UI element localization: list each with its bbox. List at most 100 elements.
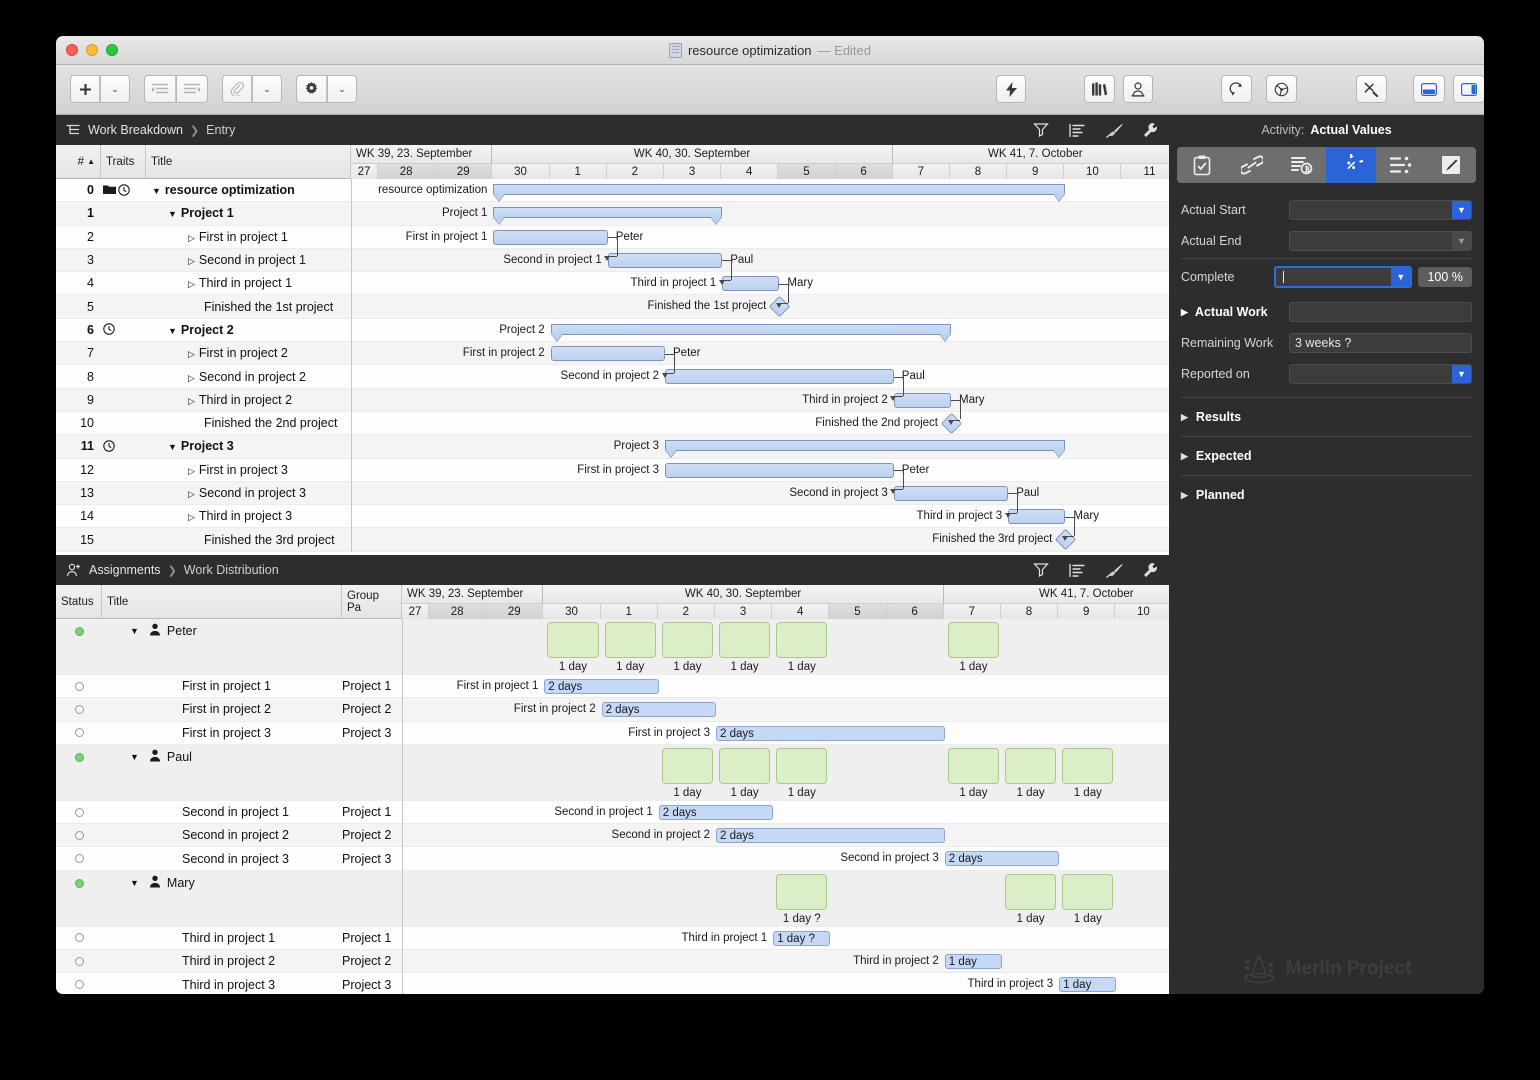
day-header[interactable]: 3 xyxy=(663,163,722,179)
column-header-title[interactable]: Title xyxy=(102,585,342,618)
assignment-bar[interactable]: 2 days xyxy=(544,679,659,694)
remaining-work-input[interactable]: 3 weeks ? xyxy=(1289,333,1472,353)
assignment-bar[interactable]: 2 days xyxy=(944,851,1060,867)
resource-row[interactable]: ▼ Peter xyxy=(56,619,402,675)
column-header-status[interactable]: Status xyxy=(56,585,102,618)
outline-list-icon[interactable] xyxy=(1069,563,1086,578)
assignment-bar[interactable]: 2 days xyxy=(716,725,945,741)
work-day-block[interactable] xyxy=(1062,747,1114,784)
disclosure-open-icon[interactable]: ▼ xyxy=(168,326,177,336)
table-row[interactable]: 15 Finished the 3rd project xyxy=(56,528,351,552)
disclosure-closed-icon[interactable]: ▷ xyxy=(188,396,195,407)
settings-button[interactable] xyxy=(296,75,327,103)
disclosure-open-icon[interactable]: ▼ xyxy=(168,209,177,219)
indent-button[interactable] xyxy=(144,75,176,103)
assignment-bar[interactable]: 2 days xyxy=(716,828,945,844)
summary-bar[interactable] xyxy=(493,184,1066,195)
day-header[interactable]: 9 xyxy=(1058,603,1116,619)
assignment-bar[interactable]: 1 day xyxy=(944,954,1002,970)
summary-bar[interactable] xyxy=(665,440,1066,452)
day-header[interactable]: 28 xyxy=(378,163,436,179)
assignment-row[interactable]: Third in project 3 Project 3 xyxy=(56,973,402,994)
tab-costs[interactable] xyxy=(1277,147,1327,183)
work-day-block[interactable] xyxy=(547,622,599,658)
day-header[interactable]: 30 xyxy=(492,163,550,179)
table-row[interactable]: 3 ▷ Second in project 1 xyxy=(56,248,351,273)
milestone-marker[interactable] xyxy=(1055,529,1077,551)
milestone-marker[interactable] xyxy=(940,412,963,435)
disclosure-closed-icon[interactable]: ▷ xyxy=(188,233,195,244)
day-header[interactable]: 29 xyxy=(486,603,544,619)
resources-button[interactable] xyxy=(1123,75,1153,103)
task-bar[interactable] xyxy=(1008,509,1066,525)
tools-button[interactable] xyxy=(1356,75,1387,103)
tab-info[interactable] xyxy=(1177,147,1227,183)
paintbrush-icon[interactable] xyxy=(1106,123,1123,138)
day-header[interactable]: 7 xyxy=(892,163,950,179)
task-bar[interactable] xyxy=(665,462,894,478)
day-header[interactable]: 2 xyxy=(606,163,664,179)
disclosure-open-icon[interactable]: ▼ xyxy=(152,186,161,196)
outdent-button[interactable] xyxy=(176,75,208,103)
actual-end-input[interactable]: ▼ xyxy=(1289,231,1472,251)
table-row[interactable]: 4 ▷ Third in project 1 xyxy=(56,272,351,296)
network-view-button[interactable] xyxy=(1266,75,1297,103)
task-bar[interactable] xyxy=(893,392,951,408)
column-header-group-path[interactable]: Group Pa xyxy=(342,585,402,618)
sync-button[interactable] xyxy=(1221,75,1252,103)
table-row[interactable]: 12 ▷ First in project 3 xyxy=(56,458,351,482)
day-header[interactable]: 1 xyxy=(549,163,607,179)
table-row[interactable]: 10 Finished the 2nd project xyxy=(56,411,351,436)
day-header[interactable]: 10 xyxy=(1115,603,1169,619)
table-row[interactable]: 6 ▼ Project 2 xyxy=(56,318,351,343)
work-day-block[interactable] xyxy=(604,622,656,658)
work-day-block[interactable] xyxy=(776,747,828,784)
task-bar[interactable] xyxy=(493,229,608,245)
work-day-block[interactable] xyxy=(661,622,713,658)
disclosure-closed-icon[interactable]: ▷ xyxy=(188,466,195,477)
breadcrumb-root[interactable]: Assignments xyxy=(89,563,161,577)
reported-on-input[interactable]: ▼ xyxy=(1289,364,1472,384)
assignment-row[interactable]: First in project 2 Project 2 xyxy=(56,698,402,722)
table-row[interactable]: 14 ▷ Third in project 3 xyxy=(56,505,351,529)
column-header-title[interactable]: Title xyxy=(146,145,351,178)
day-header[interactable]: 6 xyxy=(835,163,893,179)
task-bar[interactable] xyxy=(665,369,894,385)
disclosure-closed-icon[interactable]: ▷ xyxy=(188,373,195,384)
complete-100-button[interactable]: 100 % xyxy=(1418,267,1472,287)
assignment-bar[interactable]: 2 days xyxy=(658,804,774,820)
assignment-row[interactable]: Third in project 1 Project 1 xyxy=(56,926,402,951)
summary-bar[interactable] xyxy=(550,323,951,335)
day-header[interactable]: 30 xyxy=(543,603,601,619)
breadcrumb-root[interactable]: Work Breakdown xyxy=(88,123,183,137)
assignment-bar[interactable]: 2 days xyxy=(601,702,716,718)
resource-row[interactable]: ▼ Mary xyxy=(56,870,402,927)
section-planned[interactable]: ▶ Planned xyxy=(1181,480,1472,510)
wrench-icon[interactable] xyxy=(1143,122,1159,138)
toggle-right-panel-button[interactable] xyxy=(1453,75,1484,103)
section-results[interactable]: ▶ Results xyxy=(1181,402,1472,432)
task-bar[interactable] xyxy=(550,346,665,362)
day-header[interactable]: 9 xyxy=(1007,163,1065,179)
disclosure-closed-icon[interactable]: ▷ xyxy=(188,489,195,500)
day-header[interactable]: 6 xyxy=(886,603,944,619)
filter-funnel-icon[interactable] xyxy=(1033,122,1049,138)
day-header[interactable]: 28 xyxy=(429,603,487,619)
add-button[interactable] xyxy=(70,75,100,103)
milestone-marker[interactable] xyxy=(769,296,791,318)
toggle-bottom-panel-button[interactable] xyxy=(1413,75,1445,103)
add-menu-button[interactable]: ⌄ xyxy=(100,75,130,103)
column-header-num[interactable]: # ▲ xyxy=(56,145,101,178)
settings-menu-button[interactable]: ⌄ xyxy=(327,75,357,103)
resource-row[interactable]: ▼ Paul xyxy=(56,744,402,801)
day-header[interactable]: 27 xyxy=(402,603,429,619)
chevron-down-icon[interactable]: ▼ xyxy=(1452,201,1471,219)
attachment-button[interactable] xyxy=(222,75,252,103)
complete-input[interactable]: ▼ xyxy=(1274,266,1413,288)
attachment-menu-button[interactable]: ⌄ xyxy=(252,75,282,103)
table-row[interactable]: 13 ▷ Second in project 3 xyxy=(56,481,351,506)
disclosure-open-icon[interactable]: ▼ xyxy=(130,752,139,762)
actual-start-input[interactable]: ▼ xyxy=(1289,200,1472,220)
paintbrush-icon[interactable] xyxy=(1106,563,1123,578)
day-header[interactable]: 8 xyxy=(1000,603,1059,619)
